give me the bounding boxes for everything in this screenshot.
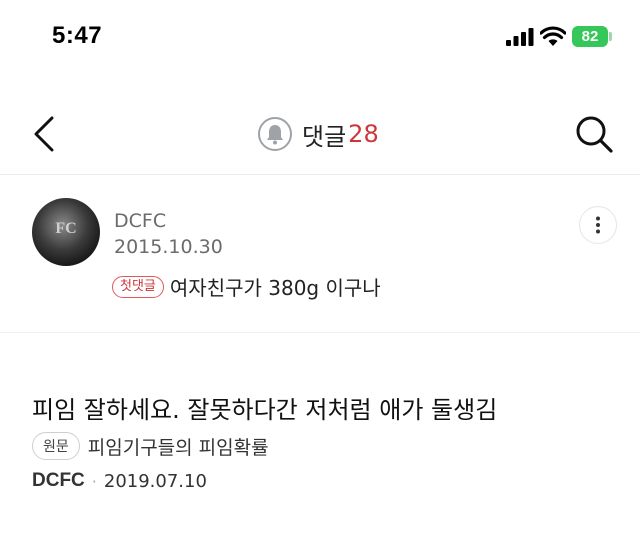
more-vertical-icon (596, 216, 600, 234)
nav-header: 댓글 28 (0, 96, 640, 175)
status-time: 5:47 (52, 22, 103, 49)
back-arrow-icon[interactable] (26, 112, 66, 156)
comment-body: 첫댓글 여자친구가 380g 이구나 (112, 272, 381, 301)
post-source: 원문 피임기구들의 피임확률 (32, 432, 269, 460)
search-icon[interactable] (572, 112, 616, 156)
original-badge: 원문 (32, 432, 80, 460)
wifi-icon (540, 26, 566, 46)
source-title[interactable]: 피임기구들의 피임확률 (88, 433, 269, 460)
bell-icon (267, 125, 283, 145)
first-comment-badge: 첫댓글 (112, 275, 164, 298)
comment-item: FC DCFC 2015.10.30 첫댓글 여자친구가 380g 이구나 (0, 176, 640, 333)
status-bar: 5:47 82 (0, 0, 640, 76)
battery-level: 82 (581, 28, 599, 45)
meta-separator: · (91, 471, 97, 491)
post-author[interactable]: DCFC (32, 470, 85, 492)
comment-count: 28 (348, 120, 379, 148)
post-info: 피임 잘하세요. 잘못하다간 저처럼 애가 둘생김 원문 피임기구들의 피임확률… (0, 370, 640, 520)
comment-date: 2015.10.30 (114, 236, 223, 258)
avatar[interactable]: FC (32, 198, 100, 266)
page-title: 댓글 (302, 122, 347, 151)
avatar-logo-text: FC (55, 220, 77, 237)
more-options-button[interactable] (579, 206, 617, 244)
post-meta: DCFC · 2019.07.10 (32, 470, 207, 492)
battery-cap (609, 32, 612, 41)
screen: 5:47 82 댓글 28 FC DCFC 2015.10.30 첫댓글 여자친… (0, 0, 640, 540)
comment-text: 여자친구가 380g 이구나 (169, 276, 381, 300)
post-title[interactable]: 피임 잘하세요. 잘못하다간 저처럼 애가 둘생김 (32, 390, 497, 425)
nav-title-group: 댓글 28 (258, 112, 379, 156)
battery-icon: 82 (572, 26, 608, 47)
notification-bell-button[interactable] (258, 117, 292, 151)
comment-author[interactable]: DCFC (114, 210, 166, 232)
post-date: 2019.07.10 (103, 470, 207, 492)
signal-icon (506, 28, 534, 46)
